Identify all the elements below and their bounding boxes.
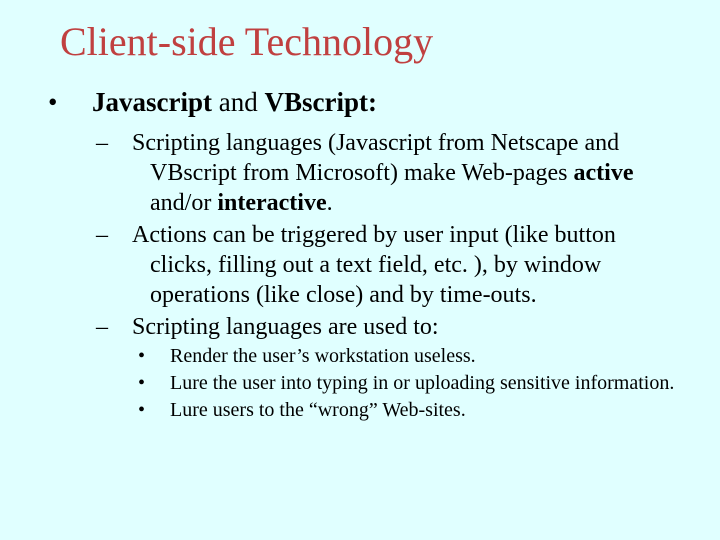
bullet-icon: • bbox=[154, 371, 170, 396]
sub-list: –Scripting languages (Javascript from Ne… bbox=[132, 128, 680, 342]
sub-text: Scripting languages are used to: bbox=[132, 314, 439, 340]
sub2-item: •Lure users to the “wrong” Web-sites. bbox=[170, 398, 680, 423]
slide-title: Client-side Technology bbox=[60, 18, 680, 65]
sub-item: –Scripting languages are used to: bbox=[132, 312, 680, 342]
sub2-text: Lure users to the “wrong” Web-sites. bbox=[170, 399, 466, 421]
sub-strong: active bbox=[574, 160, 634, 186]
sub2-text: Lure the user into typing in or uploadin… bbox=[170, 372, 674, 394]
bullet-icon: • bbox=[154, 398, 170, 423]
sub2-text: Render the user’s workstation useless. bbox=[170, 345, 476, 367]
sub2-list: •Render the user’s workstation useless. … bbox=[170, 344, 680, 423]
dash-icon: – bbox=[114, 220, 132, 250]
dash-icon: – bbox=[114, 128, 132, 158]
sub-item: –Scripting languages (Javascript from Ne… bbox=[132, 128, 680, 218]
bullet-icon: • bbox=[70, 87, 92, 118]
lvl1-strong-2: VBscript: bbox=[264, 87, 376, 117]
bullet-level1: •Javascript and VBscript: bbox=[92, 87, 680, 118]
sub-text: and/or bbox=[150, 190, 217, 216]
sub2-item: •Lure the user into typing in or uploadi… bbox=[170, 371, 680, 396]
bullet-icon: • bbox=[154, 344, 170, 369]
lvl1-strong-1: Javascript bbox=[92, 87, 212, 117]
sub-strong: interactive bbox=[217, 190, 326, 216]
lvl1-text-mid: and bbox=[212, 87, 264, 117]
slide: Client-side Technology •Javascript and V… bbox=[0, 0, 720, 540]
sub-text: . bbox=[327, 190, 333, 216]
sub-text: Scripting languages (Javascript from Net… bbox=[132, 130, 619, 186]
dash-icon: – bbox=[114, 312, 132, 342]
sub2-item: •Render the user’s workstation useless. bbox=[170, 344, 680, 369]
sub-text: Actions can be triggered by user input (… bbox=[132, 222, 616, 308]
sub-item: –Actions can be triggered by user input … bbox=[132, 220, 680, 310]
